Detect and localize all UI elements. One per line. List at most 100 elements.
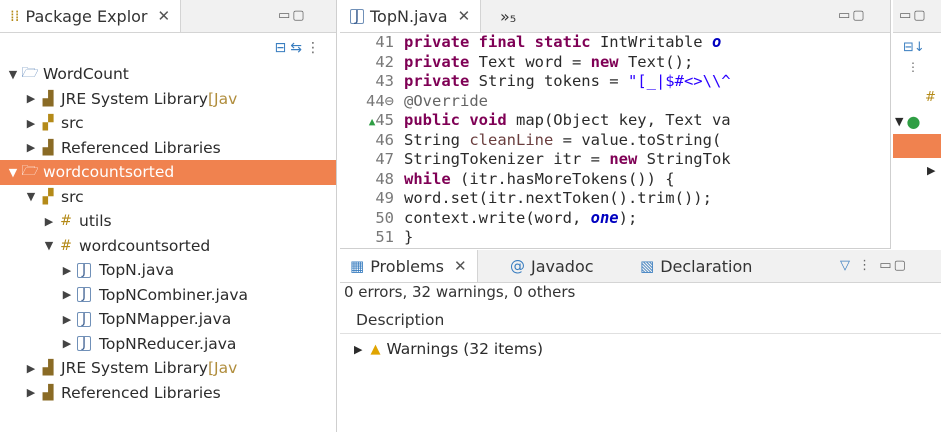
tree-item[interactable]: ▶ J TopNMapper.java (0, 307, 336, 332)
code-line[interactable]: 43 private String tokens = "[_|$#<>\\^ (340, 72, 731, 92)
close-icon[interactable]: ✕ (458, 7, 471, 25)
line-number: 43 (340, 72, 404, 92)
view-menu-icon[interactable]: ⋮ (858, 258, 873, 273)
chevron-down-icon[interactable]: ▼ (6, 166, 20, 179)
outline-class-row[interactable]: ▼ ● (893, 110, 941, 132)
chevron-right-icon[interactable]: ▶ (60, 288, 74, 301)
tree-item-label: Referenced Libraries (61, 383, 221, 402)
code-line[interactable]: 41 private final static IntWritable o (340, 33, 731, 53)
line-number-text: 48 (375, 169, 394, 188)
chevron-down-icon[interactable]: ▼ (6, 68, 20, 81)
minimize-maximize-icon[interactable]: ▭▢ (899, 8, 928, 23)
collapse-all-icon[interactable]: ⊟ (275, 40, 291, 56)
code-token: private (404, 52, 479, 71)
chevron-right-icon[interactable]: ▶ (927, 164, 935, 177)
tree-item[interactable]: ▼ 🗁 WordCount (0, 62, 336, 87)
project-icon: 🗁 (21, 65, 39, 82)
line-number-text: 46 (375, 130, 394, 149)
tree-item[interactable]: ▶ ▟ Referenced Libraries (0, 381, 336, 406)
code-line[interactable]: 50 context.write(word, one); (340, 209, 731, 229)
java-file-icon: J (77, 287, 91, 303)
code-token: cleanLine (469, 130, 554, 149)
chevron-right-icon[interactable]: ▶ (60, 264, 74, 277)
tab-declaration[interactable]: ▧ Declaration (630, 250, 762, 282)
code-editor[interactable]: 41 private final static IntWritable o 42 pr… (340, 33, 731, 249)
code-token: } (404, 228, 414, 246)
chevron-right-icon[interactable]: ▶ (24, 92, 38, 105)
tree-item[interactable]: ▶ ▞ src (0, 111, 336, 136)
view-menu-icon[interactable]: ⋮ (907, 60, 919, 74)
outline-toolbar-icon[interactable]: ⊟↓ (903, 40, 925, 55)
minimize-maximize-icon[interactable]: ▭▢ (278, 8, 307, 23)
overflow-label: »₅ (500, 6, 517, 26)
code-line[interactable]: 46 String cleanLine = value.toString( (340, 131, 731, 151)
chevron-right-icon[interactable]: ▶ (24, 386, 38, 399)
minimize-maximize-icon[interactable]: ▭▢ (879, 258, 908, 273)
chevron-right-icon[interactable]: ▶ (24, 141, 38, 154)
tab-package-explorer[interactable]: ⁞⁞ Package Explor ✕ (0, 0, 182, 32)
code-line[interactable]: 51} (340, 228, 731, 248)
code-line[interactable]: 44⊖ @Override (340, 92, 731, 112)
close-icon[interactable]: ✕ (158, 7, 171, 25)
code-line[interactable]: ▲45 public void map(Object key, Text va (340, 111, 731, 131)
chevron-down-icon[interactable]: ▼ (24, 190, 38, 203)
tree-item[interactable]: ▼ # wordcountsorted (0, 234, 336, 259)
tab-topn-java[interactable]: J TopN.java ✕ (340, 0, 482, 32)
package-icon: # (60, 213, 72, 230)
code-line[interactable]: 49 word.set(itr.nextToken().trim()); (340, 189, 731, 209)
warnings-group-row[interactable]: ▶ ▲ Warnings (32 items) (354, 340, 543, 358)
tree-item[interactable]: ▶ J TopN.java (0, 258, 336, 283)
chevron-right-icon[interactable]: ▶ (60, 337, 74, 350)
code-token: while (404, 169, 460, 188)
project-tree: ▼ 🗁 WordCount ▶ ▟ JRE System Library [Jav ▶ ▞ sr… (0, 62, 336, 405)
link-with-editor-icon[interactable]: ⇆ (290, 40, 306, 56)
tree-item-label: JRE System Library (61, 89, 208, 108)
code-token: String tokens = (478, 72, 628, 90)
code-token: new (590, 52, 628, 71)
chevron-right-icon[interactable]: ▶ (24, 117, 38, 130)
tree-item[interactable]: ▶ J TopNReducer.java (0, 332, 336, 357)
code-line[interactable]: 42 private Text word = new Text(); (340, 53, 731, 73)
tree-item[interactable]: ▼ ▞ src (0, 185, 336, 210)
editor-view: J TopN.java ✕ »₅ ▭▢ 41 private final stat… (340, 0, 891, 249)
code-token: @Override (404, 91, 488, 110)
tree-item-label: Referenced Libraries (61, 138, 221, 157)
chevron-right-icon[interactable]: ▶ (42, 215, 56, 228)
tree-item[interactable]: ▶ ▟ JRE System Library [Jav (0, 87, 336, 112)
line-number-text: 45 (375, 111, 394, 129)
tree-item[interactable]: ▶ ▟ Referenced Libraries (0, 136, 336, 161)
chevron-right-icon[interactable]: ▶ (24, 362, 38, 375)
chevron-right-icon[interactable]: ▶ (354, 343, 362, 356)
outline-selected-row[interactable] (893, 134, 941, 158)
tree-item[interactable]: ▶ J TopNCombiner.java (0, 283, 336, 308)
close-icon[interactable]: ✕ (454, 257, 467, 275)
filter-icon[interactable]: ▽ (840, 258, 852, 273)
code-token: "[_|$#<>\\^ (627, 72, 731, 90)
java-file-icon: J (350, 8, 364, 24)
code-line-partial (340, 248, 731, 249)
outline-tabbar: ▭▢ (893, 0, 941, 33)
chevron-right-icon[interactable]: ▶ (60, 313, 74, 326)
tree-item[interactable]: ▶ ▟ JRE System Library [Jav (0, 356, 336, 381)
tree-item[interactable]: ▼ 🗁 wordcountsorted (0, 160, 336, 185)
chevron-down-icon[interactable]: ▼ (42, 239, 56, 252)
library-icon: ▟ (42, 90, 54, 107)
description-column-header[interactable]: Description (340, 306, 941, 334)
tab-overflow[interactable]: »₅ (490, 0, 526, 32)
code-line[interactable]: 48 while (itr.hasMoreTokens()) { (340, 170, 731, 190)
code-token: (itr.hasMoreTokens()) { (460, 169, 675, 188)
tab-javadoc-label: Javadoc (531, 256, 594, 276)
view-menu-icon[interactable]: ⋮ (306, 40, 324, 56)
line-number: 47 (340, 150, 404, 170)
tree-item[interactable]: ▶ # utils (0, 209, 336, 234)
tree-item-label: TopNCombiner.java (99, 285, 249, 304)
description-header-label: Description (356, 310, 445, 329)
library-icon: ▟ (42, 360, 54, 377)
line-number: 41 (340, 33, 404, 53)
line-number-text: 44⊖ (366, 91, 394, 110)
tab-problems[interactable]: ▦ Problems ✕ (340, 250, 478, 282)
code-token: context.write(word, (404, 208, 591, 227)
code-line[interactable]: 47 StringTokenizer itr = new StringTok (340, 150, 730, 170)
tab-javadoc[interactable]: @ Javadoc (500, 250, 604, 282)
minimize-maximize-icon[interactable]: ▭▢ (838, 8, 867, 23)
